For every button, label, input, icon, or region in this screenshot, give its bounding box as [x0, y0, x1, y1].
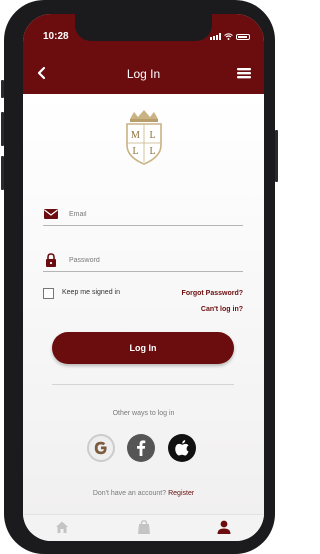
- tab-user[interactable]: [216, 519, 232, 535]
- signal-icon: [210, 33, 221, 40]
- google-login-button[interactable]: [87, 434, 115, 462]
- brand-crest-logo: M L L L: [126, 110, 162, 165]
- mute-switch: [1, 80, 4, 98]
- tab-home[interactable]: [54, 519, 70, 535]
- volume-up-button: [1, 112, 4, 146]
- lock-icon: [46, 253, 56, 267]
- svg-text:L: L: [149, 130, 155, 141]
- nav-bar: Log In: [23, 54, 264, 94]
- hamburger-menu-icon: [237, 68, 251, 79]
- login-button[interactable]: Log In: [52, 332, 234, 364]
- phone-frame: 10:28 Log In M L L L Email Keep me signe…: [1, 0, 278, 554]
- divider: [52, 384, 234, 385]
- volume-down-button: [1, 156, 4, 190]
- facebook-icon: [137, 440, 146, 456]
- home-icon: [56, 521, 68, 533]
- user-icon: [217, 520, 231, 534]
- svg-text:L: L: [149, 146, 155, 157]
- tab-bar: [23, 514, 264, 541]
- register-row: Don't have an account? Register: [23, 490, 264, 497]
- register-prompt: Don't have an account?: [92, 490, 167, 497]
- menu-button[interactable]: [234, 63, 254, 83]
- email-field[interactable]: [43, 205, 243, 226]
- power-button: [275, 130, 278, 182]
- keep-signed-in-checkbox[interactable]: [43, 288, 54, 299]
- envelope-icon: [44, 209, 58, 219]
- keep-signed-in-label: Keep me signed in: [62, 289, 120, 296]
- other-ways-heading: Other ways to log in: [112, 410, 175, 417]
- cant-log-in-link[interactable]: Can't log in?: [201, 306, 243, 313]
- login-content: M L L L Keep me: [23, 94, 264, 514]
- email-input[interactable]: [69, 207, 239, 221]
- svg-text:M: M: [131, 130, 140, 141]
- apple-icon: [175, 440, 189, 456]
- register-link[interactable]: Register: [168, 490, 194, 497]
- wifi-icon: [224, 33, 233, 40]
- battery-icon: [236, 34, 250, 40]
- status-icons: [210, 32, 250, 40]
- tab-bag[interactable]: [136, 519, 152, 535]
- bag-icon: [138, 520, 150, 534]
- password-input[interactable]: [69, 253, 239, 267]
- forgot-password-link[interactable]: Forgot Password?: [182, 290, 243, 297]
- screen: 10:28 Log In M L L L Email Keep me signe…: [23, 14, 264, 541]
- notch: [75, 14, 212, 41]
- facebook-login-button[interactable]: [127, 434, 155, 462]
- svg-text:L: L: [132, 146, 138, 157]
- status-bar: 10:28: [23, 14, 264, 54]
- page-title: Log In: [126, 67, 161, 81]
- apple-login-button[interactable]: [168, 434, 196, 462]
- password-field[interactable]: [43, 251, 243, 272]
- status-time: 10:28: [43, 31, 69, 42]
- google-icon: [94, 441, 107, 455]
